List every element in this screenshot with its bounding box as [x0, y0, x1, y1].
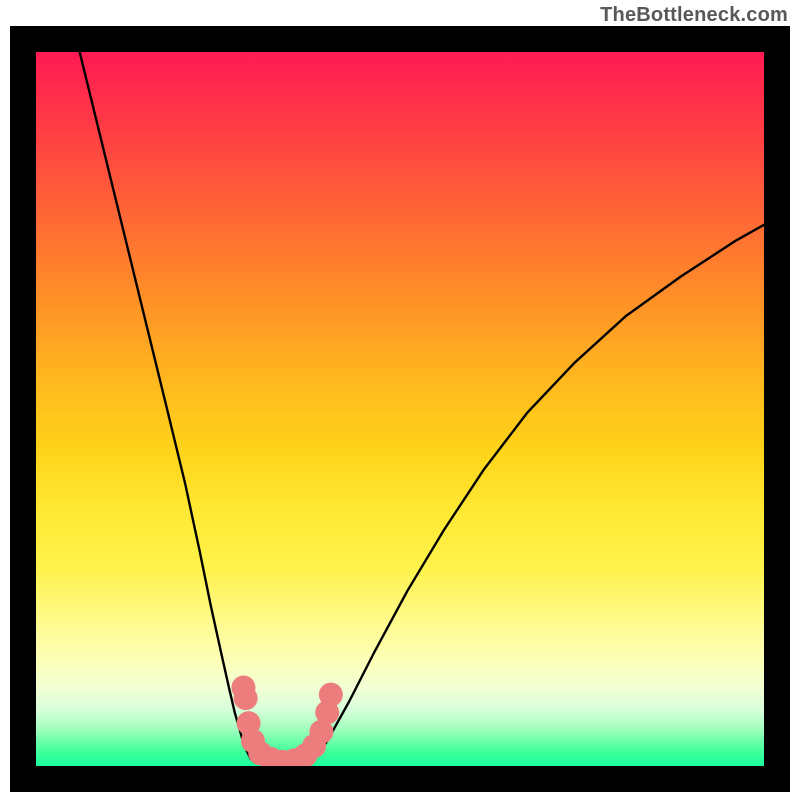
marker-dot	[319, 683, 343, 707]
marker-dot	[234, 686, 258, 710]
watermark-text: TheBottleneck.com	[600, 4, 788, 27]
plot-area	[36, 52, 764, 766]
v-curve	[80, 52, 764, 766]
curve-layer	[36, 52, 764, 766]
chart-container: TheBottleneck.com	[0, 0, 800, 800]
chart-outer-frame	[10, 26, 790, 792]
